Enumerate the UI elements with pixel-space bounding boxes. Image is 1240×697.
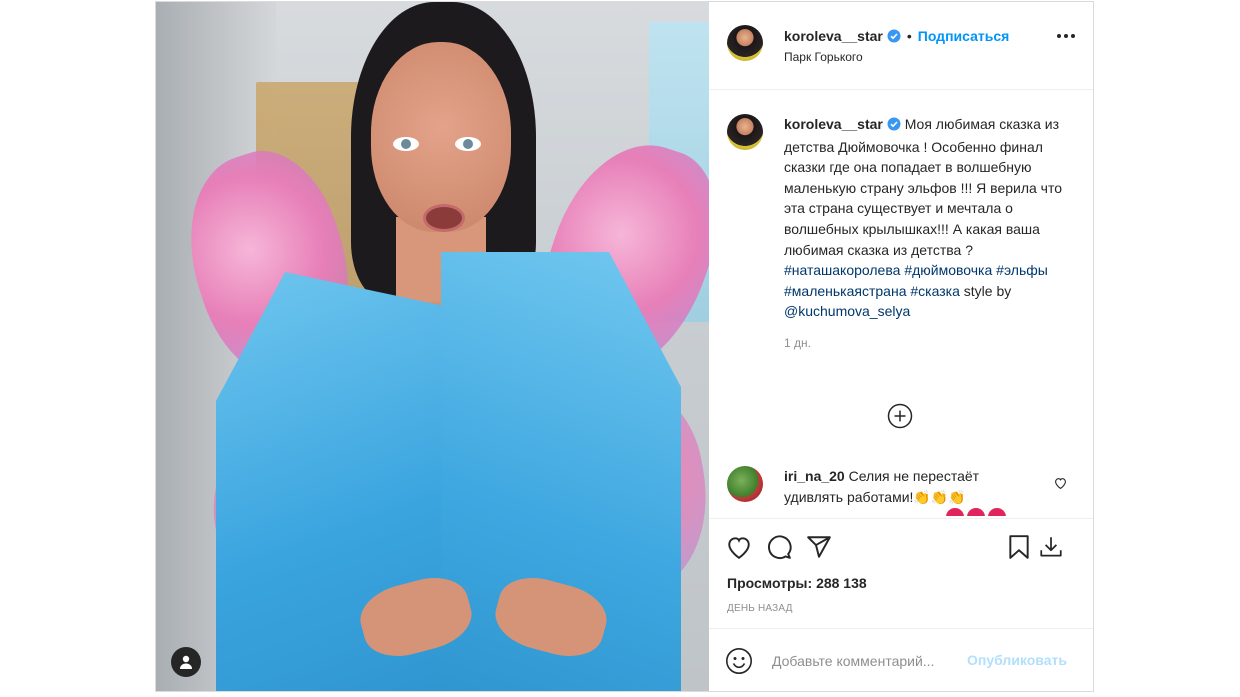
- author-line: koroleva__star • Подписаться: [784, 28, 1009, 46]
- caption-text-block: koroleva__star Моя любимая сказка из дет…: [784, 114, 1077, 322]
- style-by-label: style by: [963, 282, 1012, 299]
- verified-badge-icon: [887, 29, 901, 46]
- views-label: Просмотры:: [727, 575, 813, 591]
- caption-body: Моя любимая сказка из детства Дюймовочка…: [784, 116, 1063, 258]
- user-tag-icon[interactable]: [171, 647, 201, 677]
- views-count: 288 138: [816, 575, 867, 591]
- author-avatar[interactable]: [727, 25, 763, 61]
- hashtag-link[interactable]: #эльфы: [996, 262, 1048, 278]
- verified-badge-icon: [887, 116, 901, 137]
- commenter-username[interactable]: iri_na_20: [784, 468, 845, 484]
- commenter-avatar[interactable]: [727, 466, 763, 502]
- comment-input[interactable]: [772, 649, 962, 673]
- post-header: koroleva__star • Подписаться Парк Горького: [709, 2, 1093, 90]
- load-more-comments-icon[interactable]: [887, 403, 913, 429]
- bookmark-icon[interactable]: [1005, 533, 1033, 561]
- post-actions: Просмотры: 288 138 ДЕНЬ НАЗАД: [709, 518, 1093, 629]
- caption-username[interactable]: koroleva__star: [784, 116, 883, 132]
- header-separator: •: [906, 28, 912, 44]
- post-location[interactable]: Парк Горького: [784, 50, 863, 64]
- comments-section[interactable]: koroleva__star Моя любимая сказка из дет…: [709, 90, 1093, 518]
- post-date[interactable]: ДЕНЬ НАЗАД: [727, 603, 793, 614]
- post-caption: koroleva__star Моя любимая сказка из дет…: [727, 114, 1077, 350]
- more-options-icon[interactable]: [1057, 34, 1075, 38]
- hashtag-link[interactable]: #маленькаястрана: [784, 283, 906, 299]
- caption-avatar[interactable]: [727, 114, 763, 150]
- paper-plane-icon[interactable]: [805, 533, 833, 561]
- post-video[interactable]: [156, 2, 709, 691]
- person-face: [371, 42, 511, 232]
- author-username[interactable]: koroleva__star: [784, 28, 883, 44]
- clipped-next-comment: [946, 508, 1016, 516]
- comment-text-block: iri_na_20 Селия не перестаёт удивлять ра…: [784, 466, 1037, 507]
- download-icon[interactable]: [1037, 533, 1065, 561]
- heart-emoji-row: [946, 508, 1016, 516]
- publish-button[interactable]: Опубликовать: [967, 652, 1067, 668]
- follow-button[interactable]: Подписаться: [918, 28, 1010, 44]
- person-mouth: [423, 204, 465, 232]
- smiley-icon[interactable]: [725, 647, 753, 675]
- red-heart-icon: [967, 508, 985, 516]
- heart-icon[interactable]: [725, 533, 753, 561]
- hashtag-link[interactable]: #дюймовочка: [904, 262, 992, 278]
- hashtag-link[interactable]: #сказка: [910, 283, 960, 299]
- red-heart-icon: [946, 508, 964, 516]
- person-eye-left: [393, 137, 419, 151]
- comment-item: iri_na_20 Селия не перестаёт удивлять ра…: [727, 466, 1077, 507]
- red-heart-icon: [988, 508, 1006, 516]
- instagram-post: koroleva__star • Подписаться Парк Горького…: [155, 1, 1094, 692]
- comment-like-heart-icon[interactable]: [1054, 476, 1067, 494]
- views-counter[interactable]: Просмотры: 288 138: [727, 575, 867, 591]
- post-side-panel: koroleva__star • Подписаться Парк Горького…: [709, 2, 1093, 691]
- add-comment-bar: Опубликовать: [709, 628, 1093, 692]
- hashtag-link[interactable]: #наташакоролева: [784, 262, 900, 278]
- comment-bubble-icon[interactable]: [765, 533, 793, 561]
- mention-link[interactable]: @kuchumova_selya: [784, 303, 910, 319]
- caption-time[interactable]: 1 дн.: [784, 336, 1077, 350]
- person-eye-right: [455, 137, 481, 151]
